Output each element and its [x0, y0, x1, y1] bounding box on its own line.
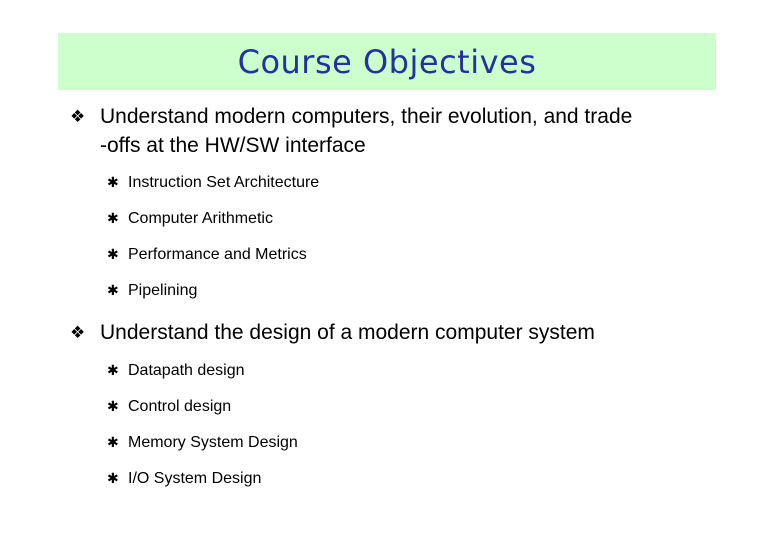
sub-bullet-item-1-2: ✱ Computer Arithmetic — [0, 208, 780, 230]
sub-bullet-item-2-3-row: ✱ Memory System Design — [0, 432, 780, 454]
diamond-bullet-icon: ❖ — [70, 323, 86, 343]
sub-bullet-item-2-2-row: ✱ Control design — [0, 396, 780, 418]
sub-bullet-item-1-1-label: Instruction Set Architecture — [128, 174, 320, 191]
bullet-item-1-line-2: -offs at the HW/SW interface — [100, 134, 366, 157]
bullet-group-2: ❖ Understand the design of a modern comp… — [0, 318, 780, 347]
asterisk-bullet-icon: ✱ — [107, 211, 119, 227]
bullet-item-1-line-1: Understand modern computers, their evolu… — [100, 105, 633, 128]
asterisk-bullet-icon: ✱ — [107, 247, 119, 263]
asterisk-bullet-icon: ✱ — [107, 399, 119, 415]
asterisk-bullet-icon: ✱ — [107, 435, 119, 451]
sub-bullet-item-1-1-row: ✱ Instruction Set Architecture — [0, 172, 780, 194]
slide: Course Objectives ❖ Understand modern co… — [0, 0, 780, 540]
sub-bullet-item-1-4-row: ✱ Pipelining — [0, 280, 780, 302]
asterisk-bullet-icon: ✱ — [107, 471, 119, 487]
bullet-group-1: ❖ Understand modern computers, their evo… — [0, 102, 780, 160]
sub-bullet-item-2-2: ✱ Control design — [0, 396, 780, 418]
sub-bullet-item-2-1: ✱ Datapath design — [0, 360, 780, 382]
sub-bullet-item-2-2-label: Control design — [128, 398, 232, 415]
sub-bullet-item-2-1-row: ✱ Datapath design — [0, 360, 780, 382]
sub-bullet-item-1-3: ✱ Performance and Metrics — [0, 244, 780, 266]
sub-bullet-item-1-3-label: Performance and Metrics — [128, 246, 307, 263]
sub-bullet-item-2-1-label: Datapath design — [128, 362, 245, 379]
diamond-bullet-icon: ❖ — [70, 107, 86, 127]
sub-bullet-item-2-3-label: Memory System Design — [128, 434, 298, 451]
sub-bullet-item-2-4-row: ✱ I/O System Design — [0, 468, 780, 490]
sub-bullet-item-1-3-row: ✱ Performance and Metrics — [0, 244, 780, 266]
asterisk-bullet-icon: ✱ — [107, 175, 119, 191]
title-banner: Course Objectives — [58, 33, 716, 90]
sub-bullet-item-1-2-label: Computer Arithmetic — [128, 210, 273, 227]
sub-bullet-item-2-4-label: I/O System Design — [128, 470, 262, 487]
slide-body: ❖ Understand modern computers, their evo… — [0, 96, 780, 540]
sub-bullet-item-1-4-label: Pipelining — [128, 282, 198, 299]
sub-bullet-item-1-2-row: ✱ Computer Arithmetic — [0, 208, 780, 230]
asterisk-bullet-icon: ✱ — [107, 363, 119, 379]
asterisk-bullet-icon: ✱ — [107, 283, 119, 299]
bullet-item-1: ❖ Understand modern computers, their evo… — [0, 102, 780, 160]
sub-bullet-item-2-3: ✱ Memory System Design — [0, 432, 780, 454]
bullet-item-2: ❖ Understand the design of a modern comp… — [0, 318, 780, 347]
bullet-item-2-line-1: Understand the design of a modern comput… — [100, 321, 595, 344]
sub-bullet-item-1-1: ✱ Instruction Set Architecture — [0, 172, 780, 194]
sub-bullet-item-1-4: ✱ Pipelining — [0, 280, 780, 302]
sub-bullet-item-2-4: ✱ I/O System Design — [0, 468, 780, 490]
page-title: Course Objectives — [237, 42, 537, 81]
